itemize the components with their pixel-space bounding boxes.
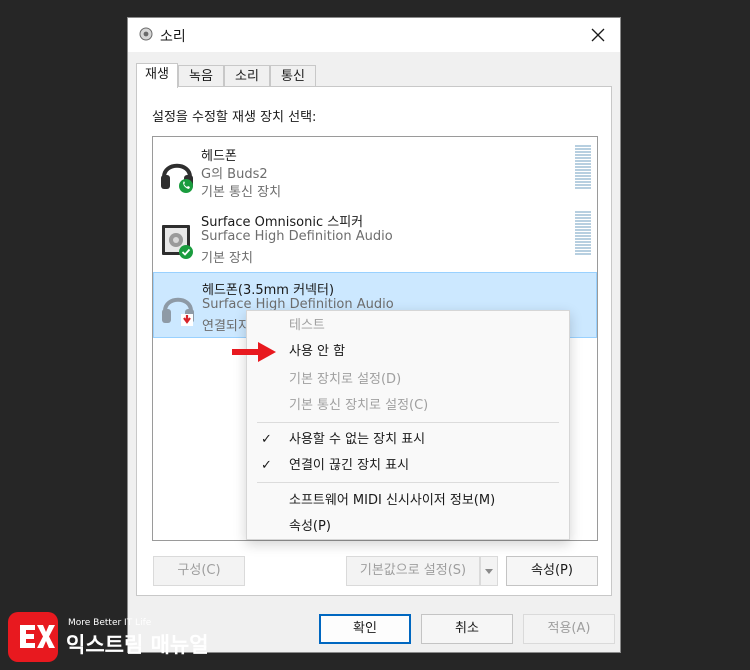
close-icon	[591, 28, 605, 42]
chevron-down-icon	[485, 569, 493, 574]
device-status: 연결되지	[202, 319, 250, 334]
window-title: 소리	[160, 29, 186, 45]
menu-item-show-disabled-devices[interactable]: ✓ 사용할 수 없는 장치 표시	[247, 427, 569, 453]
set-default-dropdown-button[interactable]	[480, 556, 498, 586]
menu-item-label: 기본 장치로 설정(D)	[289, 372, 402, 387]
tab-playback[interactable]: 재생	[136, 63, 178, 88]
properties-button[interactable]: 속성(P)	[506, 556, 598, 586]
menu-item-label: 연결이 끊긴 장치 표시	[289, 458, 410, 473]
menu-item-test[interactable]: 테스트	[247, 313, 569, 339]
device-item-headphones-buds2[interactable]: 헤드폰 G의 Buds2 기본 통신 장치	[153, 139, 597, 203]
configure-button[interactable]: 구성(C)	[153, 556, 245, 586]
phone-badge-icon	[179, 179, 193, 193]
device-name: Surface Omnisonic 스피커	[201, 215, 364, 230]
menu-item-label: 사용할 수 없는 장치 표시	[289, 432, 426, 447]
device-status: 기본 장치	[201, 251, 253, 266]
tab-communications[interactable]: 통신	[270, 65, 316, 87]
ok-button[interactable]: 확인	[319, 614, 411, 644]
menu-item-label: 기본 통신 장치로 설정(C)	[289, 398, 429, 413]
checkmark-icon: ✓	[261, 458, 272, 473]
cancel-button[interactable]: 취소	[421, 614, 513, 644]
instruction-text: 설정을 수정할 재생 장치 선택:	[152, 110, 317, 125]
red-arrow-icon	[232, 342, 276, 362]
menu-item-set-default-comm-device[interactable]: 기본 통신 장치로 설정(C)	[247, 393, 569, 419]
headphones-icon	[162, 297, 194, 326]
volume-level-meter	[575, 145, 591, 191]
device-description: G의 Buds2	[201, 167, 268, 182]
speaker-icon	[162, 225, 193, 259]
tab-recording[interactable]: 녹음	[178, 65, 224, 87]
set-default-button[interactable]: 기본값으로 설정(S)	[346, 556, 480, 586]
close-button[interactable]	[576, 18, 620, 52]
menu-item-show-disconnected-devices[interactable]: ✓ 연결이 끊긴 장치 표시	[247, 453, 569, 479]
menu-item-disable[interactable]: 사용 안 함	[247, 339, 569, 365]
menu-item-label: 테스트	[289, 318, 325, 333]
menu-separator	[257, 422, 559, 423]
device-name: 헤드폰(3.5mm 커넥터)	[202, 283, 335, 298]
watermark-brand: 익스트림 매뉴얼	[66, 633, 209, 657]
device-status: 기본 통신 장치	[201, 185, 282, 200]
device-description: Surface High Definition Audio	[201, 229, 393, 244]
menu-separator	[257, 482, 559, 483]
menu-item-label: 소프트웨어 MIDI 신시사이저 정보(M)	[289, 493, 496, 508]
menu-item-label: 사용 안 함	[289, 344, 346, 359]
menu-item-label: 속성(P)	[289, 519, 331, 534]
speaker-title-icon	[139, 27, 153, 41]
check-badge-icon	[179, 245, 193, 259]
menu-item-set-default-device[interactable]: 기본 장치로 설정(D)	[247, 367, 569, 393]
watermark-tagline: More Better IT Life	[68, 618, 152, 628]
title-bar: 소리	[128, 18, 620, 52]
checkmark-icon: ✓	[261, 432, 272, 447]
headphones-icon	[161, 163, 193, 193]
device-item-surface-speaker[interactable]: Surface Omnisonic 스피커 Surface High Defin…	[153, 205, 597, 269]
extreme-manual-logo-icon	[8, 612, 58, 662]
volume-level-meter	[575, 211, 591, 257]
menu-item-midi-synth-info[interactable]: 소프트웨어 MIDI 신시사이저 정보(M)	[247, 488, 569, 514]
menu-item-properties[interactable]: 속성(P)	[247, 514, 569, 540]
device-context-menu: 테스트 사용 안 함 기본 장치로 설정(D) 기본 통신 장치로 설정(C) …	[246, 310, 570, 540]
apply-button[interactable]: 적용(A)	[523, 614, 615, 644]
device-name: 헤드폰	[201, 149, 237, 164]
tab-sounds[interactable]: 소리	[224, 65, 270, 87]
